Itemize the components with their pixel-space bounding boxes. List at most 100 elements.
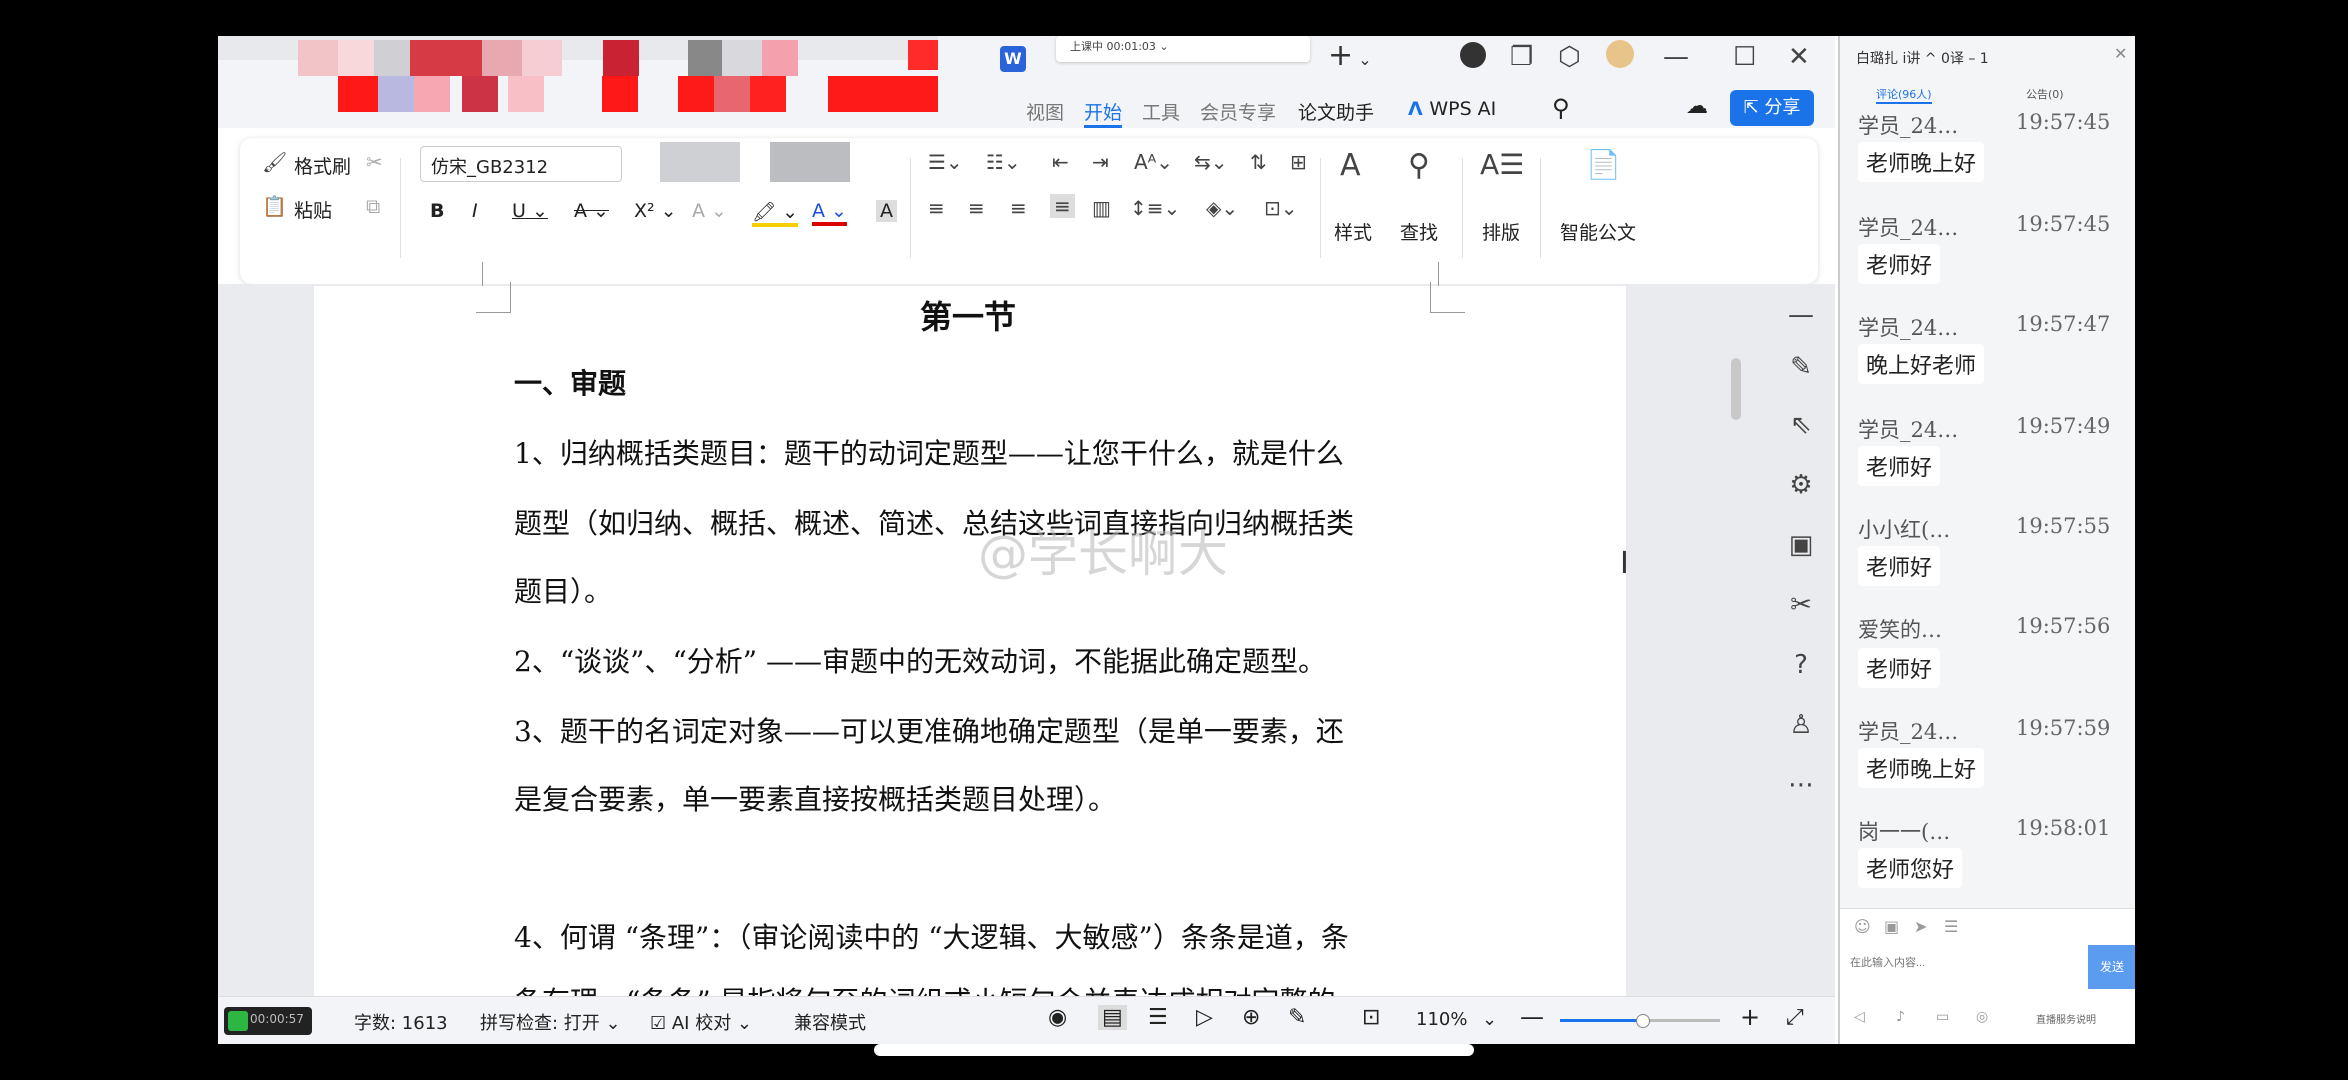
image-edit-icon[interactable]: ▣ [1781, 530, 1821, 560]
format-painter-icon[interactable]: 🖌 [262, 150, 287, 174]
char-shading-button[interactable]: A [876, 200, 897, 222]
new-tab-button[interactable]: + ⌄ [1328, 38, 1372, 73]
increase-indent-icon[interactable]: ⇥ [1092, 150, 1109, 174]
pen-mode-icon[interactable]: ✎ [1288, 1005, 1306, 1030]
align-center-icon[interactable]: ≡ [968, 196, 985, 220]
ai-check-button[interactable]: ☑ AI 校对 ⌄ [650, 1009, 752, 1035]
tab-paper-assistant[interactable]: 论文助手 [1298, 98, 1374, 125]
word-count[interactable]: 字数: 1613 [354, 1009, 448, 1035]
font-color-button[interactable]: A ⌄ [812, 200, 847, 226]
layout-icon[interactable]: A☰ [1480, 148, 1524, 181]
web-view-icon[interactable]: ⊕ [1242, 1005, 1260, 1030]
maximize-icon[interactable]: ☐ [1733, 42, 1756, 72]
decrease-indent-icon[interactable]: ⇤ [1052, 150, 1069, 174]
zoom-in-icon[interactable]: + [1740, 1003, 1760, 1031]
paste-icon[interactable]: 📋 [262, 194, 287, 218]
line-spacing-icon[interactable]: ↕≡⌄ [1130, 196, 1180, 220]
bullet-list-icon[interactable]: ☰⌄ [928, 150, 963, 174]
font-name-select[interactable]: 仿宋_GB2312 [420, 146, 622, 182]
cube-icon[interactable]: ⬡ [1558, 42, 1581, 72]
smart-doc-button[interactable]: 智能公文 [1560, 218, 1636, 245]
tab-comments[interactable]: 评论(96人) [1876, 86, 1932, 104]
show-marks-icon[interactable]: ⊞ [1290, 150, 1307, 174]
word-doc-icon[interactable]: W [1000, 46, 1026, 72]
close-icon[interactable]: ✕ [1788, 42, 1810, 72]
text-direction-icon[interactable]: ⇆⌄ [1194, 150, 1228, 174]
pen-icon[interactable]: ✎ [1781, 352, 1821, 382]
zoom-slider-thumb[interactable] [1636, 1014, 1650, 1028]
tools-icon[interactable]: ✂ [1781, 590, 1821, 620]
tab-member[interactable]: 会员专享 [1200, 98, 1276, 125]
chat-input[interactable] [1848, 949, 2072, 977]
format-painter-button[interactable]: 格式刷 [294, 152, 351, 179]
justify-icon[interactable]: ≡ [1050, 194, 1075, 218]
distributed-icon[interactable]: ▥ [1092, 196, 1111, 220]
help-icon[interactable]: ? [1781, 650, 1821, 680]
window-tile-icon[interactable]: ❐ [1510, 42, 1533, 72]
account-avatar-icon[interactable] [1460, 42, 1486, 68]
eye-icon[interactable]: ◉ [1048, 1005, 1067, 1030]
vertical-scrollbar[interactable] [1728, 292, 1744, 992]
sort-icon[interactable]: ⇅ [1250, 150, 1267, 174]
camera-icon[interactable]: ◎ [1976, 1009, 1988, 1025]
cut-icon[interactable]: ✂ [366, 150, 383, 174]
paste-button[interactable]: 粘贴 [294, 196, 332, 223]
smart-doc-icon[interactable]: 📄 [1586, 148, 1621, 181]
search-icon[interactable]: ⚲ [1408, 148, 1430, 183]
numbered-list-icon[interactable]: ☷⌄ [986, 150, 1021, 174]
outline-view-icon[interactable]: ☰ [1148, 1005, 1168, 1030]
pointer-icon[interactable]: ⇖ [1781, 410, 1821, 440]
borders-icon[interactable]: ⊡⌄ [1264, 196, 1298, 220]
styles-button[interactable]: 样式 [1334, 218, 1372, 245]
settings-sliders-icon[interactable]: ⚙ [1781, 470, 1821, 500]
share-button[interactable]: ⇱ 分享 [1730, 90, 1814, 126]
copy-icon[interactable]: ⧉ [366, 194, 380, 218]
zoom-level[interactable]: 110% [1416, 1009, 1467, 1030]
text-effect-button[interactable]: A ⌄ [692, 200, 727, 222]
italic-button[interactable]: I [472, 200, 478, 222]
minimize-icon[interactable]: — [1663, 42, 1689, 72]
screen-icon[interactable]: ▭ [1936, 1009, 1949, 1025]
zoom-out-icon[interactable]: — [1520, 1003, 1544, 1031]
tab-tools[interactable]: 工具 [1142, 98, 1180, 125]
home-indicator[interactable] [874, 1044, 1474, 1056]
fullscreen-icon[interactable]: ⤢ [1786, 1005, 1804, 1030]
speaker-icon[interactable]: ◁ [1854, 1009, 1865, 1025]
tab-wps-ai[interactable]: Ʌ WPS AI [1408, 98, 1496, 120]
tab-home[interactable]: 开始 [1084, 98, 1123, 128]
search-icon[interactable]: ⚲ [1552, 94, 1570, 122]
highlight-button[interactable]: 🖍 ⌄ [752, 200, 799, 227]
zoom-slider[interactable] [1560, 1014, 1720, 1028]
play-icon[interactable]: ▷ [1196, 1005, 1213, 1030]
collapse-icon[interactable]: — [1781, 300, 1821, 330]
shading-icon[interactable]: ◈⌄ [1206, 196, 1238, 220]
layout-button[interactable]: 排版 [1482, 218, 1520, 245]
send-button[interactable]: 发送 [2088, 945, 2135, 989]
cloud-upload-icon[interactable]: ☁ [1686, 94, 1708, 119]
change-case-icon[interactable]: Aᴬ⌄ [1134, 150, 1173, 174]
close-icon[interactable]: ✕ [2114, 44, 2127, 63]
tab-view[interactable]: 视图 [1026, 98, 1064, 125]
strikethrough-button[interactable]: A ⌄ [574, 200, 609, 222]
list-icon[interactable]: ☰ [1944, 917, 1958, 936]
shirt-icon[interactable]: ♙ [1781, 710, 1821, 740]
emoji-icon[interactable]: ☺ [1854, 917, 1871, 936]
user-avatar-icon[interactable] [1606, 40, 1634, 68]
align-left-icon[interactable]: ≡ [928, 196, 945, 220]
service-info-link[interactable]: 直播服务说明 [2036, 1011, 2096, 1026]
bold-button[interactable]: B [430, 200, 444, 222]
superscript-button[interactable]: X² ⌄ [634, 200, 677, 222]
image-icon[interactable]: ▣ [1884, 917, 1899, 936]
underline-button[interactable]: U ⌄ [512, 200, 548, 222]
more-icon[interactable]: ⋯ [1781, 770, 1821, 800]
tab-notice[interactable]: 公告(0) [2026, 86, 2064, 102]
find-button[interactable]: 查找 [1400, 218, 1438, 245]
scroll-thumb[interactable] [1731, 358, 1741, 420]
spell-check-toggle[interactable]: 拼写检查: 打开 ⌄ [480, 1009, 621, 1035]
align-right-icon[interactable]: ≡ [1010, 196, 1027, 220]
page-view-icon[interactable]: ▤ [1098, 1005, 1127, 1030]
mic-icon[interactable]: ♪ [1896, 1009, 1905, 1025]
fit-page-icon[interactable]: ⊡ [1362, 1005, 1380, 1030]
send-plane-icon[interactable]: ➤ [1914, 917, 1927, 936]
styles-icon[interactable]: A [1340, 148, 1361, 183]
